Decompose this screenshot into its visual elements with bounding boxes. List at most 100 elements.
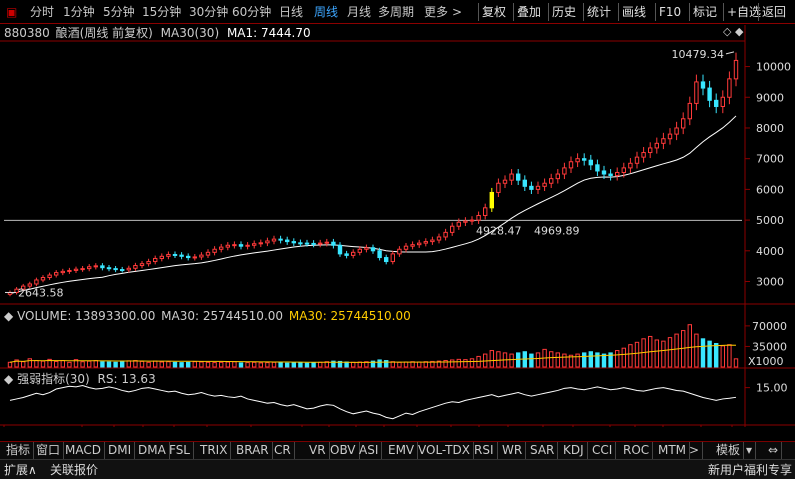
candle-body (93, 265, 98, 268)
panel-menu-icon[interactable]: ◆ (4, 372, 13, 386)
indicator-tab[interactable]: MACD (62, 442, 105, 459)
indicator-tab[interactable]: WR (499, 442, 527, 459)
period-button[interactable]: 更多 (424, 3, 448, 21)
toolbar-action-button[interactable]: F10 (659, 3, 681, 21)
volume-bar (205, 361, 211, 368)
indicator-tab[interactable]: OBV (327, 442, 360, 459)
indicator-tab[interactable]: VR (306, 442, 330, 459)
volume-bar (549, 351, 554, 368)
volume-bar (667, 337, 673, 368)
toolbar-action-button[interactable]: 叠加 (517, 3, 541, 21)
volume-bar (238, 362, 244, 368)
volume-bar (159, 361, 165, 368)
period-button[interactable]: 1分钟 (63, 3, 95, 21)
volume-bar (417, 361, 422, 368)
toolbar-action-button[interactable]: 历史 (552, 3, 576, 21)
y-tick-label: 3000 (756, 276, 784, 289)
candle-body (694, 81, 699, 104)
indicator-tab[interactable]: > (686, 442, 704, 459)
dropdown-icon[interactable]: ▾ (743, 442, 757, 459)
toolbar-action-button[interactable]: 返回 (762, 3, 786, 21)
volume-bar (588, 351, 593, 368)
indicator-tab[interactable]: RSI (471, 442, 498, 459)
toolbar-action-button[interactable]: +自选 (727, 3, 761, 21)
indicator-tab[interactable]: 指标 (3, 442, 35, 459)
indicator-tab[interactable]: EMV (385, 442, 419, 459)
indicator-tab[interactable]: ASI (356, 442, 383, 459)
indicator-tab[interactable]: DMA (135, 442, 170, 459)
indicator-tab[interactable]: CCI (589, 442, 617, 459)
toolbar-action-button[interactable]: 画线 (622, 3, 646, 21)
candle-body (390, 253, 396, 263)
candle-body (192, 256, 198, 259)
price-label: 4928.47 (476, 224, 522, 237)
template-button[interactable]: 模板 (713, 442, 745, 459)
candle-body (410, 244, 415, 247)
toolbar-action-button[interactable]: 复权 (482, 3, 506, 21)
volume-tick-label: 35000 (752, 340, 787, 353)
candle-body (436, 236, 442, 241)
candle-body (304, 242, 310, 245)
indicator-tab[interactable]: DMI (105, 442, 136, 459)
period-button[interactable]: 30分钟 (189, 3, 228, 21)
indicator-tab[interactable]: TRIX (197, 442, 232, 459)
scroll-icon[interactable]: ⇔ (765, 442, 783, 459)
volume-bar (469, 358, 475, 368)
x-axis-label: 2019年4 (6, 426, 52, 427)
volume-bar (628, 344, 633, 368)
rs-label: 强弱指标(30) (17, 372, 90, 386)
related-quotes-button[interactable]: 关联报价 (50, 461, 98, 479)
volume-bar (463, 359, 468, 368)
candle-body (364, 247, 369, 250)
period-button[interactable]: 多周期 (378, 3, 414, 21)
indicator-tab[interactable]: KDJ (560, 442, 588, 459)
candle-body (562, 167, 567, 175)
candle-body (489, 191, 495, 209)
volume-bar (100, 361, 105, 368)
more-arrow-icon[interactable]: > (452, 3, 462, 21)
indicator-tab[interactable]: BRAR (233, 442, 273, 459)
candle-body (331, 241, 336, 246)
indicator-tab[interactable]: FSL (166, 442, 194, 459)
period-button[interactable]: 分时 (30, 3, 54, 21)
expand-button[interactable]: 扩展∧ (4, 461, 37, 479)
panel-menu-icon[interactable]: ◆ (4, 309, 13, 323)
candle-body (648, 147, 653, 154)
volume-bar (258, 362, 264, 368)
indicator-tab[interactable]: MTM (655, 442, 691, 459)
period-button[interactable]: 15分钟 (142, 3, 181, 21)
toolbar-action-button[interactable]: 标记 (693, 3, 717, 21)
period-button[interactable]: 60分钟 (232, 3, 271, 21)
volume-bar (291, 362, 297, 368)
indicator-tab[interactable]: CR (271, 442, 295, 459)
volume-bar (113, 361, 118, 368)
y-tick-label: 5000 (756, 214, 784, 227)
volume-bar (720, 345, 725, 368)
candle-body (67, 269, 72, 272)
period-button[interactable]: 月线 (347, 3, 371, 21)
candle-body (285, 239, 290, 243)
low-price-label: 2643.58 (18, 286, 64, 299)
volume-bar (34, 360, 39, 368)
indicator-tab[interactable]: 窗口 (33, 442, 65, 459)
indicator-tab[interactable]: VOL-TDX (415, 442, 474, 459)
volume-bar (555, 352, 560, 368)
indicator-tab[interactable]: SAR (527, 442, 559, 459)
candle-body (133, 265, 138, 269)
volume-bar (304, 362, 310, 368)
candle-body (245, 244, 250, 247)
period-button[interactable]: 周线 (314, 3, 338, 21)
period-button[interactable]: 5分钟 (103, 3, 135, 21)
period-button[interactable]: 日线 (279, 3, 303, 21)
candle-body (34, 279, 39, 285)
menu-icon[interactable]: ▣ (6, 3, 17, 21)
indicator-tab[interactable]: ROC (620, 442, 654, 459)
toolbar-action-button[interactable]: 统计 (587, 3, 611, 21)
price-label: 4969.89 (534, 224, 580, 237)
candle-body (687, 102, 692, 120)
volume-bar (615, 350, 620, 368)
promo-link[interactable]: 新用户福利专享 (708, 461, 792, 479)
candle-body (549, 178, 554, 184)
chart-area[interactable]: 10000 9000 8000 7000 6000 5000 4000 3000 10479.3… (0, 25, 795, 427)
candle-body (212, 248, 217, 253)
